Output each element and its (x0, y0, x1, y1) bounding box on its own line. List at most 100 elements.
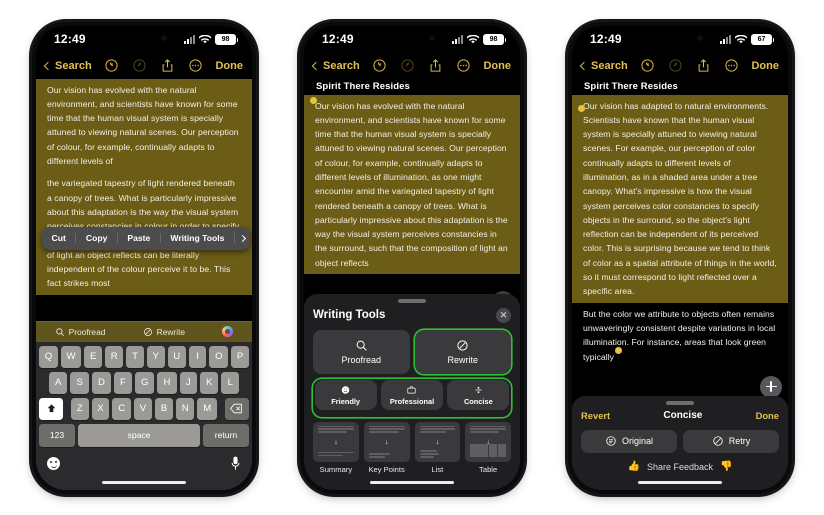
backspace-key[interactable] (224, 397, 249, 420)
share-feedback-label[interactable]: Share Feedback (647, 462, 713, 472)
back-button[interactable]: Search (579, 60, 628, 72)
tone-friendly-card[interactable]: Friendly (314, 380, 377, 410)
undo-icon[interactable] (372, 58, 387, 73)
key-w[interactable]: W (60, 345, 82, 368)
done-button[interactable]: Done (751, 60, 779, 72)
back-button[interactable]: Search (311, 60, 360, 72)
note-paragraph-top[interactable]: Our vision has adapted to natural enviro… (572, 94, 788, 303)
key-c[interactable]: C (112, 397, 131, 420)
cut-button[interactable]: Cut (42, 233, 77, 243)
key-s[interactable]: S (70, 371, 89, 394)
redo-icon[interactable] (132, 58, 147, 73)
apple-intelligence-icon[interactable] (222, 326, 234, 337)
key-v[interactable]: V (133, 397, 152, 420)
writing-tools-document-row: ↓ Summary ↓ Key Points ↓ List ↓ Table (313, 421, 511, 474)
key-d[interactable]: D (91, 371, 111, 394)
rewrite-card[interactable]: Rewrite (414, 329, 511, 374)
back-button[interactable]: Search (43, 60, 92, 72)
copy-button[interactable]: Copy (76, 233, 118, 243)
redo-icon[interactable] (400, 58, 415, 73)
more-ellipsis-icon[interactable] (188, 58, 203, 73)
original-button[interactable]: Original (581, 429, 677, 453)
selection-handle-end[interactable] (615, 346, 622, 354)
chevron-right-icon (238, 234, 247, 243)
summary-card[interactable]: ↓ Summary (313, 421, 359, 474)
key-l[interactable]: L (221, 371, 239, 394)
done-button[interactable]: Done (215, 60, 243, 72)
rewrite-suggestion[interactable]: Rewrite (143, 327, 185, 337)
tone-professional-card[interactable]: Professional (380, 380, 444, 410)
key-m[interactable]: M (197, 397, 217, 420)
note-title[interactable]: Spirit There Resides (304, 79, 520, 95)
shift-key[interactable] (39, 397, 64, 420)
key-t[interactable]: T (126, 345, 144, 368)
selection-handle-start[interactable] (310, 96, 317, 104)
phone3-screen: 12:49 67 Search Done Spirit There Reside… (572, 25, 788, 490)
paste-button[interactable]: Paste (118, 233, 161, 243)
battery-icon: 67 (751, 33, 774, 45)
magnifier-proofread-icon (55, 327, 64, 336)
redo-icon[interactable] (668, 58, 683, 73)
more-ellipsis-icon[interactable] (456, 58, 471, 73)
emoji-icon[interactable] (47, 456, 60, 470)
share-icon[interactable] (696, 58, 711, 73)
key-e[interactable]: E (84, 345, 103, 368)
key-o[interactable]: O (209, 345, 229, 368)
thumbs-down-icon[interactable]: 👎 (720, 461, 732, 472)
add-attachment-button[interactable] (760, 375, 782, 398)
thumbs-up-icon[interactable]: 👍 (628, 461, 640, 472)
selection-handle-start[interactable] (578, 104, 585, 112)
key-r[interactable]: R (105, 345, 124, 368)
key-h[interactable]: H (157, 371, 177, 394)
result-sheet-header: Revert Concise Done (581, 410, 779, 421)
key-i[interactable]: I (188, 345, 207, 368)
sheet-grabber[interactable] (666, 401, 694, 405)
key-u[interactable]: U (167, 345, 186, 368)
close-icon[interactable]: ✕ (496, 307, 511, 323)
proofread-suggestion[interactable]: Proofread (55, 327, 105, 337)
space-key[interactable]: space (78, 423, 200, 447)
writing-tools-button[interactable]: Writing Tools (161, 233, 235, 243)
keyboard-bottom-bar (39, 451, 249, 476)
sheet-grabber[interactable] (398, 299, 426, 303)
key-n[interactable]: N (175, 397, 195, 420)
context-menu-more-button[interactable] (235, 233, 250, 243)
smiley-icon (341, 386, 350, 394)
tone-concise-card[interactable]: Concise (447, 380, 510, 410)
undo-icon[interactable] (104, 58, 119, 73)
share-feedback-row: 👍 Share Feedback 👎 (581, 461, 779, 476)
done-button[interactable]: Done (483, 60, 511, 72)
key-z[interactable]: Z (71, 397, 89, 420)
summary-label: Summary (319, 464, 353, 474)
note-title[interactable]: Spirit There Resides (572, 79, 788, 95)
share-icon[interactable] (428, 58, 443, 73)
key-y[interactable]: Y (146, 345, 165, 368)
key-f[interactable]: F (113, 371, 132, 394)
return-key[interactable]: return (203, 423, 249, 447)
list-card[interactable]: ↓ List (414, 421, 461, 474)
key-x[interactable]: X (91, 397, 110, 420)
phone1-screen: 12:49 98 Search Done Our vision has evol… (36, 25, 252, 490)
share-icon[interactable] (160, 58, 175, 73)
key-a[interactable]: A (49, 371, 68, 394)
numbers-key[interactable]: 123 (39, 423, 75, 447)
result-done-button[interactable]: Done (756, 410, 779, 421)
more-ellipsis-icon[interactable] (724, 58, 739, 73)
note-paragraph-top[interactable]: Our vision has evolved with the natural … (36, 78, 252, 173)
proofread-card[interactable]: Proofread (313, 329, 410, 374)
key-k[interactable]: K (200, 371, 219, 394)
note-paragraph-bottom[interactable]: But the color we attribute to objects of… (572, 303, 788, 368)
key-j[interactable]: J (179, 371, 197, 394)
microphone-icon[interactable] (230, 456, 241, 471)
revert-button[interactable]: Revert (581, 410, 610, 421)
status-clock: 12:49 (54, 32, 86, 46)
key-points-card[interactable]: ↓ Key Points (363, 421, 410, 474)
retry-button[interactable]: Retry (683, 429, 779, 453)
key-b[interactable]: B (154, 397, 173, 420)
note-paragraph-top[interactable]: Our vision has evolved with the natural … (304, 94, 520, 275)
key-p[interactable]: P (231, 345, 249, 368)
undo-icon[interactable] (640, 58, 655, 73)
table-card[interactable]: ↓ Table (465, 421, 511, 474)
key-q[interactable]: Q (39, 345, 58, 368)
key-g[interactable]: G (134, 371, 155, 394)
